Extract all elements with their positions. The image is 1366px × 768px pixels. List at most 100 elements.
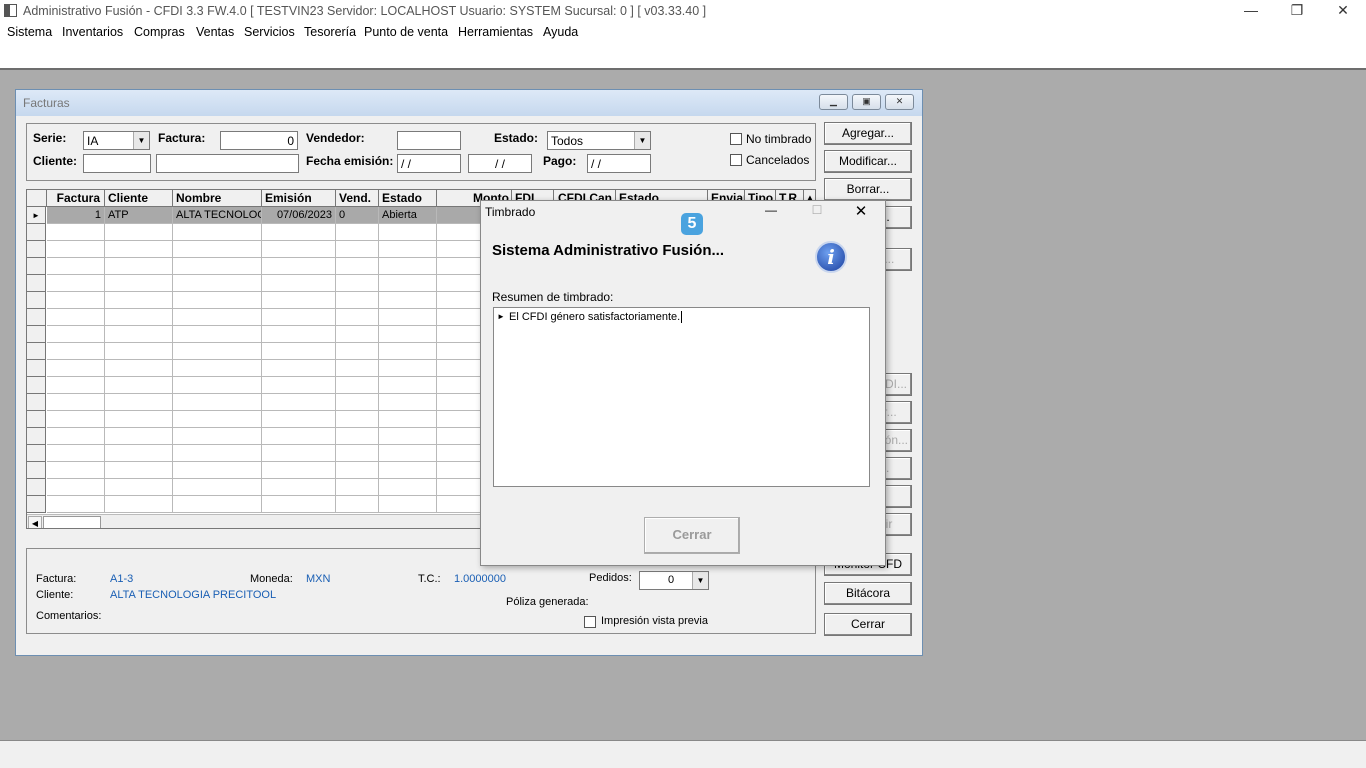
grid-cell[interactable] bbox=[336, 411, 379, 428]
grid-cell[interactable] bbox=[262, 411, 336, 428]
grid-cell[interactable] bbox=[336, 343, 379, 360]
grid-cell[interactable] bbox=[173, 326, 262, 343]
grid-cell[interactable] bbox=[105, 496, 173, 513]
grid-cell[interactable] bbox=[173, 496, 262, 513]
grid-cell[interactable] bbox=[336, 326, 379, 343]
grid-cell[interactable] bbox=[173, 394, 262, 411]
grid-cell[interactable] bbox=[336, 496, 379, 513]
borrar-button[interactable]: Borrar... bbox=[824, 178, 912, 201]
chevron-down-icon[interactable]: ▼ bbox=[634, 132, 650, 149]
grid-cell[interactable] bbox=[47, 275, 105, 292]
grid-cell[interactable] bbox=[47, 241, 105, 258]
grid-cell[interactable] bbox=[336, 394, 379, 411]
grid-cell[interactable] bbox=[262, 258, 336, 275]
row-header[interactable] bbox=[27, 360, 46, 377]
estado-combo[interactable]: Todos ▼ bbox=[547, 131, 651, 150]
grid-cell[interactable] bbox=[173, 309, 262, 326]
grid-cell[interactable] bbox=[262, 292, 336, 309]
grid-cell[interactable] bbox=[379, 462, 437, 479]
scroll-thumb[interactable] bbox=[43, 516, 101, 528]
grid-cell[interactable] bbox=[47, 479, 105, 496]
grid-cell[interactable] bbox=[262, 275, 336, 292]
row-header[interactable] bbox=[27, 377, 46, 394]
col-emision[interactable]: Emisión bbox=[262, 190, 336, 207]
bitacora-button[interactable]: Bitácora bbox=[824, 582, 912, 605]
grid-cell[interactable] bbox=[262, 394, 336, 411]
grid-cell[interactable] bbox=[336, 241, 379, 258]
grid-cell[interactable] bbox=[262, 462, 336, 479]
row-header[interactable] bbox=[27, 394, 46, 411]
grid-cell[interactable] bbox=[379, 292, 437, 309]
grid-cell[interactable] bbox=[379, 394, 437, 411]
grid-cell[interactable] bbox=[336, 377, 379, 394]
grid-cell[interactable] bbox=[262, 241, 336, 258]
grid-cell[interactable] bbox=[336, 445, 379, 462]
no-timbrado-checkbox[interactable] bbox=[730, 133, 742, 145]
grid-cell[interactable] bbox=[379, 326, 437, 343]
grid-cell[interactable] bbox=[105, 224, 173, 241]
scroll-left-icon[interactable]: ◀ bbox=[28, 516, 42, 528]
chevron-down-icon[interactable]: ▼ bbox=[133, 132, 149, 149]
row-header[interactable] bbox=[27, 292, 46, 309]
grid-cell[interactable] bbox=[105, 343, 173, 360]
cerrar-button[interactable]: Cerrar bbox=[824, 613, 912, 636]
menu-herramientas[interactable]: Herramientas bbox=[458, 25, 533, 39]
grid-cell[interactable] bbox=[173, 411, 262, 428]
grid-cell[interactable] bbox=[173, 241, 262, 258]
grid-cell[interactable] bbox=[173, 275, 262, 292]
col-vend[interactable]: Vend. bbox=[336, 190, 379, 207]
grid-cell[interactable] bbox=[173, 292, 262, 309]
impresion-vista-previa-checkbox[interactable] bbox=[584, 616, 596, 628]
grid-cell[interactable] bbox=[47, 292, 105, 309]
menu-sistema[interactable]: Sistema bbox=[7, 25, 52, 39]
menu-tesoreria[interactable]: Tesorería bbox=[304, 25, 356, 39]
facturas-minimize-button[interactable]: ▁ bbox=[819, 94, 848, 110]
serie-combo[interactable]: IA ▼ bbox=[83, 131, 150, 150]
facturas-restore-button[interactable]: ▣ bbox=[852, 94, 881, 110]
grid-cell[interactable] bbox=[379, 360, 437, 377]
grid-cell[interactable] bbox=[105, 275, 173, 292]
dialog-cerrar-button[interactable]: Cerrar bbox=[644, 517, 740, 554]
grid-cell[interactable] bbox=[105, 292, 173, 309]
grid-cell[interactable] bbox=[105, 394, 173, 411]
grid-cell[interactable] bbox=[262, 343, 336, 360]
fecha-hasta-input[interactable]: / / bbox=[468, 154, 532, 173]
menu-servicios[interactable]: Servicios bbox=[244, 25, 295, 39]
restore-button[interactable]: ❐ bbox=[1274, 0, 1320, 22]
grid-cell[interactable] bbox=[262, 479, 336, 496]
grid-cell[interactable] bbox=[262, 360, 336, 377]
grid-cell[interactable] bbox=[262, 496, 336, 513]
pedidos-combo[interactable]: 0 ▼ bbox=[639, 571, 709, 590]
row-header[interactable] bbox=[27, 241, 46, 258]
grid-cell[interactable] bbox=[173, 343, 262, 360]
grid-cell[interactable] bbox=[47, 258, 105, 275]
grid-cell[interactable] bbox=[105, 326, 173, 343]
dialog-maximize-button[interactable]: ☐ bbox=[803, 203, 831, 217]
grid-cell[interactable] bbox=[47, 343, 105, 360]
row-header[interactable] bbox=[27, 462, 46, 479]
grid-cell[interactable] bbox=[173, 445, 262, 462]
cancelados-checkbox[interactable] bbox=[730, 154, 742, 166]
grid-cell[interactable] bbox=[47, 377, 105, 394]
grid-cell[interactable] bbox=[379, 309, 437, 326]
col-estado[interactable]: Estado bbox=[379, 190, 437, 207]
row-header[interactable] bbox=[27, 309, 46, 326]
row-header[interactable] bbox=[27, 258, 46, 275]
grid-cell[interactable] bbox=[173, 377, 262, 394]
row-header[interactable] bbox=[27, 275, 46, 292]
grid-cell[interactable] bbox=[262, 309, 336, 326]
grid-cell[interactable] bbox=[379, 377, 437, 394]
grid-cell[interactable] bbox=[379, 479, 437, 496]
grid-cell[interactable] bbox=[379, 496, 437, 513]
grid-cell[interactable] bbox=[262, 377, 336, 394]
menu-compras[interactable]: Compras bbox=[134, 25, 185, 39]
row-header[interactable] bbox=[27, 411, 46, 428]
grid-cell[interactable] bbox=[47, 428, 105, 445]
grid-cell[interactable] bbox=[105, 462, 173, 479]
grid-cell[interactable] bbox=[379, 275, 437, 292]
grid-cell[interactable] bbox=[47, 394, 105, 411]
grid-cell[interactable] bbox=[336, 462, 379, 479]
pago-input[interactable]: / / bbox=[587, 154, 651, 173]
row-header[interactable] bbox=[27, 428, 46, 445]
grid-cell[interactable] bbox=[173, 360, 262, 377]
